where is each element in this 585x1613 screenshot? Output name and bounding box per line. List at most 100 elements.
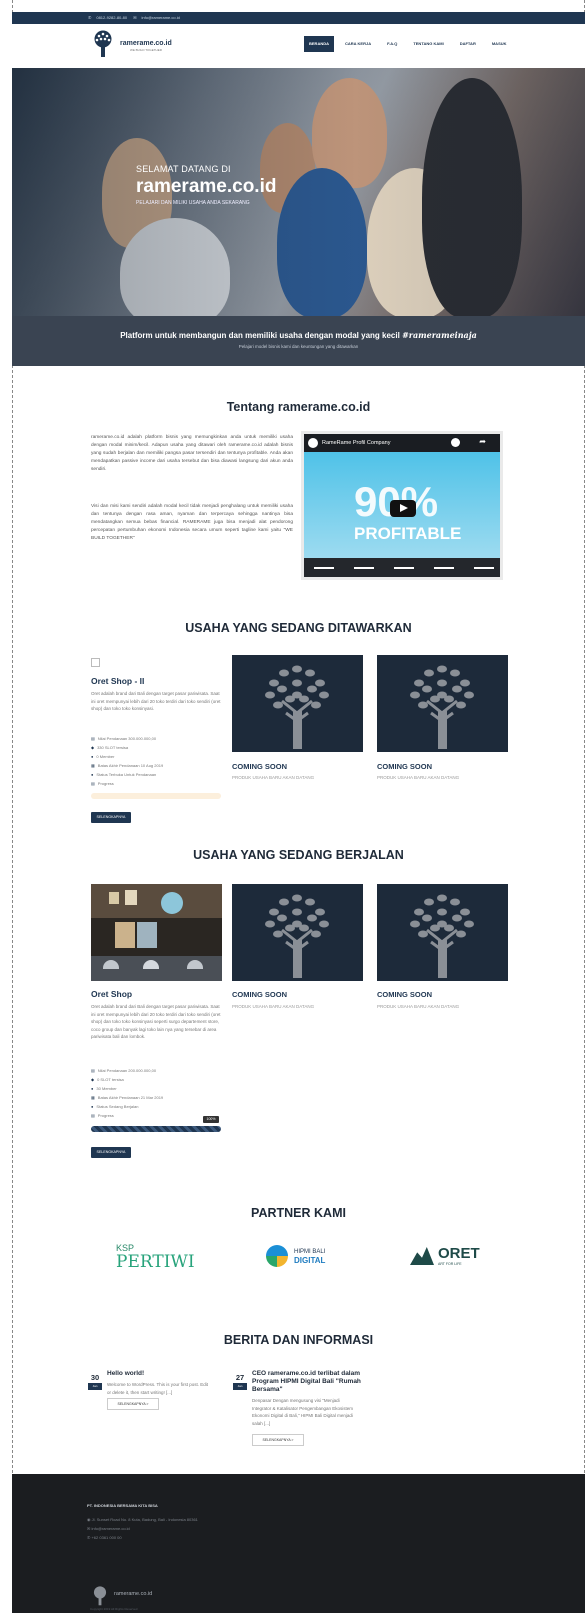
footer-address-text: Jl. Sunset Road No. 8 Kuta, Badung, Bali…	[91, 1517, 198, 1522]
video-title[interactable]: RameRame Profil Company	[304, 434, 500, 452]
news-month: Jan	[88, 1383, 102, 1390]
news-item-title[interactable]: CEO ramerame.co.id terlibat dalam Progra…	[252, 1370, 362, 1394]
coming-soon-title[interactable]: COMING SOON	[232, 990, 287, 999]
member-count: ● 0 Member	[91, 754, 114, 759]
funding-status: ● Status Terbuka Untuk Pendanaan	[91, 772, 156, 777]
slot-remaining: ◆ 330 SLOT tersisa	[91, 745, 128, 750]
nav-faq[interactable]: F.A.Q	[382, 36, 402, 52]
offered-main-desc: Oret adalah brand dari Bali dengan targe…	[91, 691, 221, 711]
calendar-icon: ▦	[91, 763, 95, 768]
offered-detail-button[interactable]: SELENGKAPNYA	[91, 812, 131, 823]
nav-masuk[interactable]: MASUK	[487, 36, 512, 52]
funding-status: ● Status Sedang Berjalan	[91, 1104, 138, 1109]
partner-hipmi-bali-digital[interactable]: HIPMI BALI DIGITAL	[266, 1243, 346, 1273]
shop-frame	[125, 890, 137, 905]
hero-subtitle: PELAJARI DAN MILIKI USAHA ANDA SEKARANG	[136, 200, 250, 206]
coming-soon-title[interactable]: COMING SOON	[377, 990, 432, 999]
main-nav: BERANDA CARA KERJA F.A.Q TENTANG KAMI DA…	[304, 36, 512, 52]
coming-soon-sub: PRODUK USAHA BARU AKAN DATANG	[377, 1004, 460, 1009]
oret-shop-ii-image-icon	[91, 658, 100, 667]
partner-main-text: DIGITAL	[294, 1256, 326, 1265]
cap-display	[187, 960, 203, 969]
coming-soon-image[interactable]	[377, 884, 508, 981]
road-dash	[434, 567, 454, 569]
channel-logo-icon	[308, 438, 318, 448]
topbar-email[interactable]: info@ramerame.co.id	[142, 15, 180, 20]
partner-ksp-pertiwi[interactable]: KSP PERTIWI	[116, 1243, 196, 1273]
coming-soon-image[interactable]	[377, 655, 508, 752]
news-date: 30 Jan	[88, 1373, 102, 1390]
footer-company: PT. INDONESIA BERSAMA KITA BISA	[87, 1503, 158, 1508]
tag-icon: ◆	[91, 1077, 95, 1082]
brand-name[interactable]: ramerame.co.id	[120, 40, 172, 47]
footer-tree-logo-icon[interactable]	[90, 1586, 110, 1606]
navbar: ramerame.co.id WE BUILD TOGETHER BERANDA…	[12, 24, 585, 68]
news-read-more-button[interactable]: SELENGKAPNYA >	[252, 1434, 304, 1446]
offered-main-title[interactable]: Oret Shop - II	[91, 676, 144, 686]
coming-soon-image[interactable]	[232, 655, 363, 752]
road-dash	[474, 567, 494, 569]
oret-shop-image[interactable]	[91, 884, 222, 981]
tag-icon: ◆	[91, 745, 95, 750]
strip-heading: Platform untuk membangun dan memiliki us…	[12, 330, 585, 340]
footer-phone-text[interactable]: +62 0361 000 00	[91, 1535, 121, 1540]
funding-deadline: ▦ Batas Akhir Pendanaan 21 Mar 2019	[91, 1095, 163, 1100]
progress-label: ▤ Progress	[91, 781, 114, 786]
footer: PT. INDONESIA BERSAMA KITA BISA ◉ Jl. Su…	[12, 1474, 585, 1613]
coming-soon-image[interactable]	[232, 884, 363, 981]
member-count: ● 30 Member	[91, 1086, 117, 1091]
footer-email-text[interactable]: info@ramerame.co.id	[91, 1526, 129, 1531]
info-icon: ●	[91, 1104, 94, 1109]
partner-main-text: ART FOR LIFE	[438, 1262, 462, 1266]
money-icon: ▤	[91, 736, 95, 741]
running-detail-button[interactable]: SELENGKAPNYA	[91, 1147, 131, 1158]
footer-brand[interactable]: ramerame.co.id	[114, 1591, 152, 1597]
coming-soon-sub: PRODUK USAHA BARU AKAN DATANG	[377, 775, 460, 780]
share-icon[interactable]: ➦	[479, 437, 486, 446]
hero-banner: SELAMAT DATANG DI ramerame.co.id PELAJAR…	[12, 68, 585, 316]
slot-remaining: ◆ 0 SLOT tersisa	[91, 1077, 124, 1082]
cap-display	[143, 960, 159, 969]
news-item-excerpt: Welcome to WordPress. This is your first…	[107, 1382, 209, 1395]
mail-icon: ✉	[133, 15, 137, 20]
news-read-more-button[interactable]: SELENGKAPNYA >	[107, 1398, 159, 1410]
hero-overlay	[12, 68, 585, 316]
coming-soon-sub: PRODUK USAHA BARU AKAN DATANG	[232, 775, 315, 780]
nav-cara-kerja[interactable]: CARA KERJA	[340, 36, 376, 52]
nav-beranda[interactable]: BERANDA	[304, 36, 334, 52]
shop-round-logo	[161, 892, 183, 914]
calendar-icon: ▦	[91, 1095, 95, 1100]
progress-percent-badge: 100%	[203, 1116, 219, 1123]
tree-logo-icon[interactable]	[90, 30, 116, 58]
partner-oret[interactable]: ORET ART FOR LIFE	[410, 1243, 490, 1273]
topbar-phone[interactable]: 0812-9282-80-80	[96, 15, 127, 20]
news-item-title[interactable]: Hello world!	[107, 1370, 217, 1378]
about-title: Tentang ramerame.co.id	[226, 400, 371, 414]
partner-top-text: HIPMI BALI	[294, 1249, 326, 1255]
coming-soon-title[interactable]: COMING SOON	[377, 762, 432, 771]
nav-tentang-kami[interactable]: TENTANG KAMI	[408, 36, 448, 52]
funding-deadline-text: Batas Akhir Pendanaan 21 Mar 2019	[97, 1095, 164, 1100]
profile-video[interactable]: 90% PROFITABLE RameRame Profil Company ➦	[304, 434, 500, 577]
news-month: Jan	[233, 1383, 247, 1390]
running-main-title[interactable]: Oret Shop	[91, 989, 132, 999]
funding-status-text: Status Terbuka Untuk Pendanaan	[96, 772, 157, 777]
coming-soon-title[interactable]: COMING SOON	[232, 762, 287, 771]
progress-bar-offered	[91, 793, 221, 799]
funding-value-text: Nilai Pendanaan 200.000.000,00	[97, 1068, 157, 1073]
tree-logo-icon	[265, 665, 329, 749]
about-paragraph-1: ramerame.co.id adalah platform bisnis ya…	[91, 435, 293, 472]
strip-subtext: Pelajari model bisnis kami dan keuntunga…	[238, 344, 359, 349]
partner-top-text: ORET	[438, 1245, 480, 1262]
clock-icon[interactable]	[451, 438, 460, 447]
coming-soon-sub: PRODUK USAHA BARU AKAN DATANG	[232, 1004, 315, 1009]
road-dash	[354, 567, 374, 569]
running-title: USAHA YANG SEDANG BERJALAN	[193, 848, 404, 862]
progress-label: ▤ Progress	[91, 1113, 114, 1118]
funding-deadline-text: Batas Akhir Pendanaan 10 Aug 2019	[97, 763, 164, 768]
play-icon[interactable]	[390, 500, 416, 517]
chart-icon: ▤	[91, 781, 95, 786]
slot-remaining-text: 0 SLOT tersisa	[97, 1077, 124, 1082]
nav-daftar[interactable]: DAFTAR	[455, 36, 481, 52]
partner-main-text: PERTIWI	[116, 1252, 195, 1272]
